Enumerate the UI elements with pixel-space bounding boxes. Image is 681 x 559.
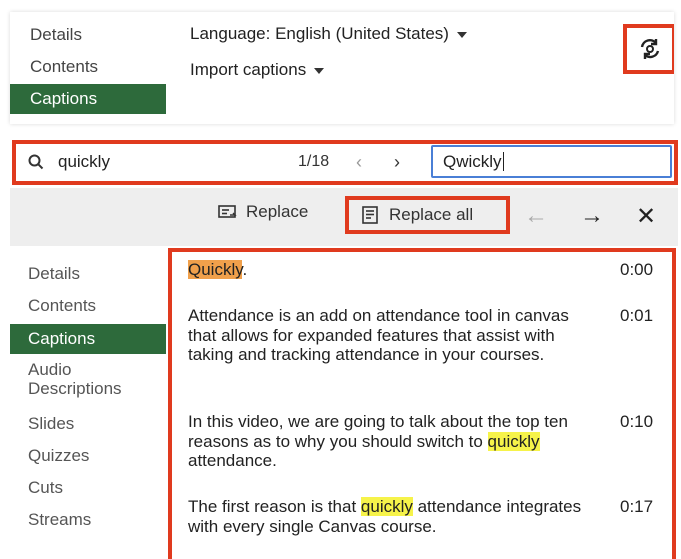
chevron-down-icon [314, 67, 325, 74]
caption-text[interactable]: Quickly. [188, 260, 588, 280]
replace-input[interactable]: Qwickly [431, 145, 672, 178]
top-nav-item-contents[interactable]: Contents [10, 52, 166, 82]
top-nav-item-captions[interactable]: Captions [10, 84, 166, 114]
replace-all-icon [362, 206, 378, 224]
caption-list: Quickly. 0:00 Attendance is an add on at… [168, 248, 676, 559]
close-icon[interactable]: ✕ [636, 202, 656, 231]
find-replace-toggle-button[interactable] [623, 24, 674, 74]
side-nav-item-cuts[interactable]: Cuts [10, 478, 166, 498]
replace-toolbar: Replace Replace all ← → ✕ [10, 188, 678, 246]
search-icon [28, 154, 44, 170]
find-input[interactable]: quickly 1/18 ‹ › [16, 144, 421, 181]
find-replace-bar: quickly 1/18 ‹ › Qwickly [12, 140, 678, 185]
caption-text[interactable]: In this video, we are going to talk abou… [188, 412, 588, 471]
find-value: quickly [58, 152, 110, 171]
language-dropdown[interactable]: Language: English (United States) [190, 24, 467, 44]
side-nav-item-captions[interactable]: Captions [10, 324, 166, 354]
side-nav-item-contents[interactable]: Contents [10, 296, 166, 316]
match-count: 1/18 [298, 153, 330, 170]
caption-segment: The first reason is that [188, 497, 361, 516]
caption-timestamp[interactable]: 0:10 [620, 412, 653, 432]
previous-match-icon[interactable]: ‹ [356, 152, 362, 173]
side-nav-item-streams[interactable]: Streams [10, 510, 166, 530]
language-label: Language: English (United States) [190, 24, 449, 43]
match-highlight: quickly [487, 431, 540, 451]
caption-text[interactable]: The first reason is that quickly attenda… [188, 497, 588, 536]
side-nav-item-quizzes[interactable]: Quizzes [10, 446, 166, 466]
replace-icon [218, 205, 237, 218]
replace-label: Replace [246, 202, 309, 221]
import-captions-label: Import captions [190, 60, 307, 79]
current-match-highlight: Quickly [188, 260, 243, 279]
match-highlight: quickly [360, 497, 413, 516]
top-panel: Details Contents Captions Language: Engl… [10, 12, 674, 124]
top-nav-item-details[interactable]: Details [10, 20, 166, 50]
caption-segment: Attendance is an add on attendance tool … [188, 306, 569, 364]
caption-timestamp[interactable]: 0:17 [620, 497, 653, 517]
side-nav-item-audio-descriptions[interactable]: Audio Descriptions [10, 360, 160, 398]
text-cursor [502, 152, 504, 171]
chevron-down-icon [456, 31, 467, 38]
caption-segment: . [242, 260, 248, 279]
side-nav-item-details[interactable]: Details [10, 264, 166, 284]
replace-all-button[interactable]: Replace all [345, 196, 510, 234]
arrow-right-icon[interactable]: → [580, 202, 604, 230]
caption-timestamp[interactable]: 0:00 [620, 260, 653, 280]
caption-timestamp[interactable]: 0:01 [620, 306, 653, 326]
replace-all-label: Replace all [389, 205, 474, 224]
caption-segment: attendance. [188, 451, 277, 470]
caption-text[interactable]: Attendance is an add on attendance tool … [188, 306, 588, 365]
replace-button[interactable]: Replace [218, 202, 308, 222]
arrow-left-icon[interactable]: ← [524, 202, 548, 230]
find-replace-icon [640, 39, 659, 59]
next-match-icon[interactable]: › [394, 152, 400, 173]
replace-value: Qwickly [443, 152, 502, 171]
import-captions-dropdown[interactable]: Import captions [190, 60, 325, 80]
side-nav-item-slides[interactable]: Slides [10, 414, 166, 434]
